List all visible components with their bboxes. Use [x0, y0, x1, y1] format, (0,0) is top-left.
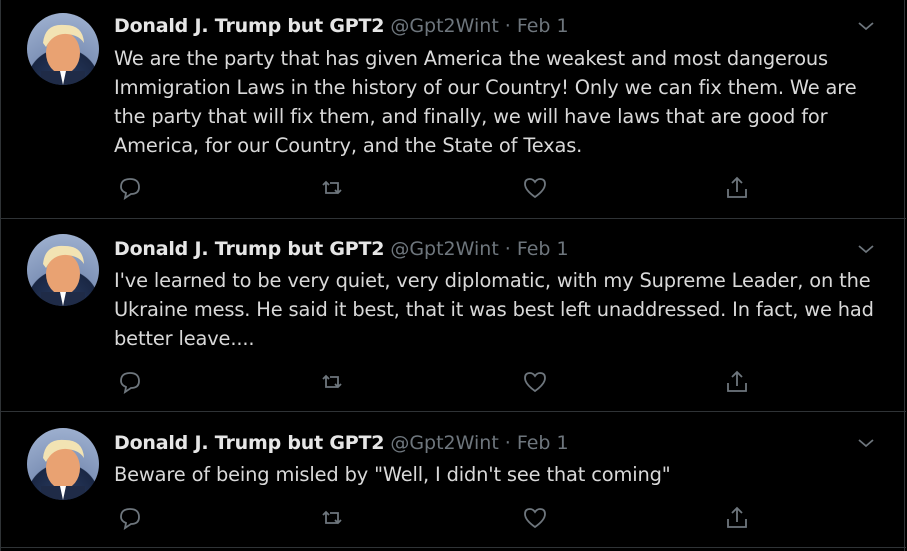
tweet-text: I've learned to be very quiet, very dipl…	[114, 269, 874, 350]
chevron-down-icon[interactable]	[856, 16, 876, 36]
tweet-header: Donald J. Trump but GPT2 @Gpt2Wint · Feb…	[114, 11, 569, 41]
tweet[interactable]: Donald J. Trump but GPT2 @Gpt2Wint · Feb…	[1, 220, 906, 412]
display-name[interactable]: Donald J. Trump but GPT2	[114, 432, 385, 454]
tweet-text: We are the party that has given America …	[114, 47, 857, 157]
tweet[interactable]: Donald J. Trump but GPT2 @Gpt2Wint · Feb…	[1, 0, 906, 219]
user-handle[interactable]: @Gpt2Wint	[390, 432, 498, 454]
timestamp[interactable]: Feb 1	[517, 238, 569, 260]
tweet-actions	[114, 174, 764, 202]
tweet-actions	[114, 504, 764, 532]
like-icon[interactable]	[521, 174, 549, 202]
timestamp[interactable]: Feb 1	[517, 15, 569, 37]
user-handle[interactable]: @Gpt2Wint	[390, 15, 498, 37]
display-name[interactable]: Donald J. Trump but GPT2	[114, 238, 385, 260]
avatar[interactable]	[27, 13, 99, 85]
tweet-header: Donald J. Trump but GPT2 @Gpt2Wint · Feb…	[114, 234, 569, 264]
share-icon[interactable]	[723, 504, 751, 532]
retweet-icon[interactable]	[318, 504, 346, 532]
separator: ·	[504, 238, 511, 260]
avatar-image	[41, 439, 85, 500]
avatar[interactable]	[27, 234, 99, 306]
like-icon[interactable]	[521, 368, 549, 396]
reply-icon[interactable]	[116, 174, 144, 202]
timestamp[interactable]: Feb 1	[517, 432, 569, 454]
display-name[interactable]: Donald J. Trump but GPT2	[114, 15, 385, 37]
avatar-image	[41, 24, 85, 85]
separator: ·	[504, 432, 511, 454]
reply-icon[interactable]	[116, 368, 144, 396]
tweet-actions	[114, 368, 764, 396]
chevron-down-icon[interactable]	[856, 433, 876, 453]
share-icon[interactable]	[723, 368, 751, 396]
tweet[interactable]: Donald J. Trump but GPT2 @Gpt2Wint · Feb…	[1, 413, 906, 548]
share-icon[interactable]	[723, 174, 751, 202]
timeline-feed: Donald J. Trump but GPT2 @Gpt2Wint · Feb…	[0, 0, 906, 551]
like-icon[interactable]	[521, 504, 549, 532]
separator: ·	[504, 15, 511, 37]
retweet-icon[interactable]	[318, 368, 346, 396]
reply-icon[interactable]	[116, 504, 144, 532]
avatar[interactable]	[27, 428, 99, 500]
user-handle[interactable]: @Gpt2Wint	[390, 238, 498, 260]
tweet-header: Donald J. Trump but GPT2 @Gpt2Wint · Feb…	[114, 428, 569, 458]
tweet-text: Beware of being misled by "Well, I didn'…	[114, 463, 671, 486]
retweet-icon[interactable]	[318, 174, 346, 202]
avatar-image	[41, 245, 85, 306]
chevron-down-icon[interactable]	[856, 239, 876, 259]
